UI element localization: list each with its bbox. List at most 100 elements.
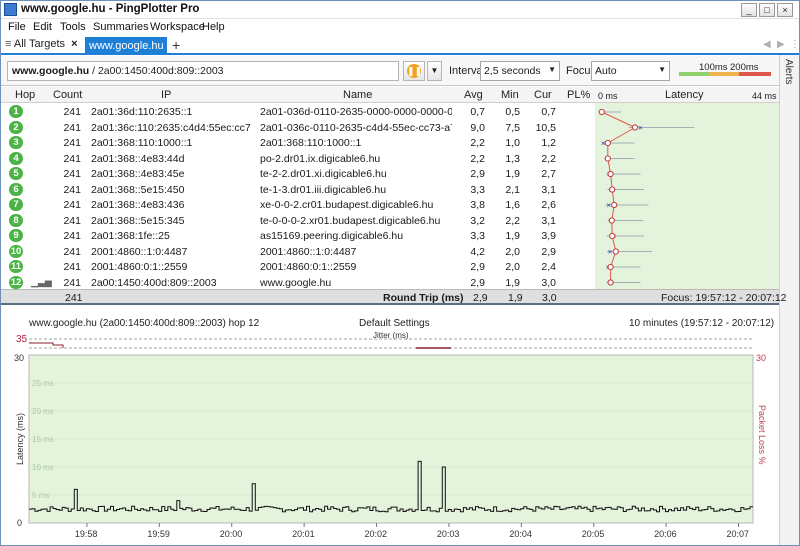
hop-min: 1,3 [505, 152, 520, 165]
col-cur[interactable]: Cur [534, 89, 552, 101]
focus-select[interactable]: Auto ▼ [591, 61, 670, 81]
hop-number-badge: 11 [9, 260, 23, 273]
hop-name: xe-0-0-2.cr01.budapest.digicable6.hu [260, 199, 434, 211]
hop-count: 241 [63, 121, 81, 134]
hop-row[interactable]: 6 241 2a01:368::5e15:450 te-1-3.dr01.iii.di… [1, 182, 595, 198]
hop-name: 2a01:368:110:1000::1 [260, 137, 362, 149]
hop-cur: 2,2 [541, 152, 556, 165]
chevron-down-icon: ▼ [658, 65, 666, 74]
hop-latency-avg-point [607, 170, 614, 178]
hop-latency-avg-point [607, 279, 614, 286]
footer-focus: Focus: 19:57:12 - 20:07:12 [661, 292, 787, 304]
focus-value: Auto [595, 65, 617, 77]
hop-row[interactable]: 9 241 2a01:368:1fe::25 as15169.peering.digi… [1, 228, 595, 244]
col-avg[interactable]: Avg [464, 89, 483, 101]
address-ip: 2a00:1450:400d:809::2003 [97, 65, 224, 77]
scale-orange-bar [709, 72, 739, 76]
col-name[interactable]: Name [343, 89, 372, 101]
bar-chart-icon[interactable]: ▁▃▅ [31, 277, 52, 288]
y2-axis-label: Packet Loss % [757, 405, 767, 465]
hop-row[interactable]: 5 241 2a01:368::4e83:45e te-2-2.dr01.xi.dig… [1, 166, 595, 182]
latency-graph-area: ×××××××××××× [595, 103, 779, 289]
hop-latency-avg-point [598, 108, 605, 116]
hop-number-badge: 6 [9, 182, 23, 196]
grid-header: Hop Count IP Name Avg Min Cur PL% 0 ms L… [1, 87, 779, 103]
col-count[interactable]: Count [53, 89, 82, 101]
hop-min: 2,0 [505, 245, 520, 258]
scale-green-bar [679, 72, 709, 76]
col-min[interactable]: Min [501, 89, 519, 101]
jitter-trace-1 [29, 342, 64, 348]
hop-count: 241 [63, 245, 81, 258]
hop-latency-avg-point [607, 263, 614, 271]
hop-name: 2a01-036c-0110-2635-c4d4-55ec-cc73-a716.… [260, 121, 452, 134]
menu-help[interactable]: Help [202, 21, 225, 33]
hop-ip: 2a01:368:1fe::25 [91, 230, 170, 242]
close-tab-icon[interactable]: × [71, 38, 77, 50]
hop-min: 7,5 [505, 121, 520, 134]
scroll-left-icon[interactable]: ◀ [763, 39, 771, 50]
interval-select[interactable]: 2,5 seconds ▼ [480, 61, 560, 81]
y-tick-min: 0 [17, 518, 22, 528]
latency-timeline-chart[interactable]: 5 ms 10 ms 15 ms 20 ms 25 ms 0 30 30 Latency (ms… [1, 351, 779, 546]
hop-min: 2,1 [505, 183, 520, 196]
menu-file[interactable]: File [8, 21, 26, 33]
menu-edit[interactable]: Edit [33, 21, 52, 33]
hop-number-badge: 1 [9, 105, 23, 118]
hop-row[interactable]: 10 241 2001:4860::1:0:4487 2001:4860::1:0:4… [1, 244, 595, 260]
hop-cur: 3,9 [541, 230, 556, 242]
scroll-right-icon[interactable]: ▶ [777, 39, 785, 50]
hop-row[interactable]: 8 241 2a01:368::5e15:345 te-0-0-0-2.xr01.bu… [1, 213, 595, 229]
hop-name: 2001:4860::1:0:4487 [260, 245, 357, 258]
hop-row[interactable]: 4 241 2a01:368::4e83:44d po-2.dr01.ix.digic… [1, 151, 595, 167]
footer-label: Round Trip (ms) [383, 292, 464, 304]
hop-ip: 2a01:36c:110:2635:c4d4:55ec:cc73:a7 [91, 121, 251, 134]
timeline-settings[interactable]: Default Settings [359, 318, 430, 329]
hop-row[interactable]: 3 241 2a01:368:110:1000::1 2a01:368:110:100… [1, 135, 595, 151]
col-hop[interactable]: Hop [15, 89, 35, 101]
timeline-range[interactable]: 10 minutes (19:57:12 - 20:07:12) [629, 318, 774, 329]
pause-options-button[interactable]: ▼ [427, 61, 442, 81]
col-pl[interactable]: PL% [567, 89, 590, 101]
round-trip-row: 241 Round Trip (ms) 2,9 1,9 3,0 Focus: 1… [1, 289, 787, 305]
menu-summaries[interactable]: Summaries [93, 21, 149, 33]
add-tab-button[interactable]: + [172, 37, 180, 53]
hop-avg: 2,2 [470, 152, 485, 165]
hop-avg: 2,9 [470, 261, 485, 273]
hop-row[interactable]: 1 241 2a01:36d:110:2635::1 2a01-036d-0110-2… [1, 104, 595, 120]
hop-number-badge: 7 [9, 198, 23, 211]
title-bar: www.google.hu - PingPlotter Pro _ □ × [1, 1, 799, 19]
hop-row[interactable]: 11 241 2001:4860:0:1::2559 2001:4860:0:1::2… [1, 259, 595, 275]
maximize-button[interactable]: □ [759, 3, 775, 17]
timeline-header: www.google.hu (2a00:1450:400d:809::2003)… [1, 317, 779, 331]
tab-all-targets[interactable]: ≡ All Targets × [5, 38, 78, 53]
hop-cur: 2,9 [541, 245, 556, 258]
hop-row[interactable]: 12 241 2a00:1450:400d:809::2003 www.google.… [1, 275, 595, 291]
footer-avg: 2,9 [473, 292, 488, 304]
menu-tools[interactable]: Tools [60, 21, 86, 33]
target-toolbar: www.google.hu / 2a00:1450:400d:809::2003… [1, 56, 779, 86]
window-title: www.google.hu - PingPlotter Pro [21, 3, 200, 15]
hop-row[interactable]: 2 241 2a01:36c:110:2635:c4d4:55ec:cc73:a7 2… [1, 120, 595, 136]
hop-latency-current: × [606, 201, 611, 210]
menu-workspace[interactable]: Workspace [150, 21, 205, 33]
target-address-input[interactable]: www.google.hu / 2a00:1450:400d:809::2003 [7, 61, 399, 81]
hop-min: 1,9 [505, 168, 520, 180]
tab-target[interactable]: www.google.hu ✔ [85, 37, 179, 54]
pause-button[interactable]: ❚❚ [403, 61, 425, 81]
close-button[interactable]: × [777, 3, 793, 17]
hop-row[interactable]: 7 241 2a01:368::4e83:436 xe-0-0-2.cr01.buda… [1, 197, 595, 213]
col-ip[interactable]: IP [161, 89, 171, 101]
y-tick-faint: 5 ms [32, 491, 49, 500]
hop-latency-current: × [608, 248, 613, 257]
col-latency[interactable]: Latency [665, 89, 704, 101]
hop-number-badge: 5 [9, 167, 23, 180]
hop-avg: 2,9 [470, 168, 485, 180]
minimize-button[interactable]: _ [741, 3, 757, 17]
overflow-icon[interactable]: ⋮ [790, 39, 800, 50]
tab-target-label: www.google.hu [89, 40, 164, 52]
hop-ip: 2a01:368::4e83:436 [91, 199, 185, 211]
hop-count: 241 [63, 106, 81, 118]
hop-latency-avg-point [609, 232, 616, 240]
hop-ip: 2a01:36d:110:2635::1 [91, 106, 193, 118]
